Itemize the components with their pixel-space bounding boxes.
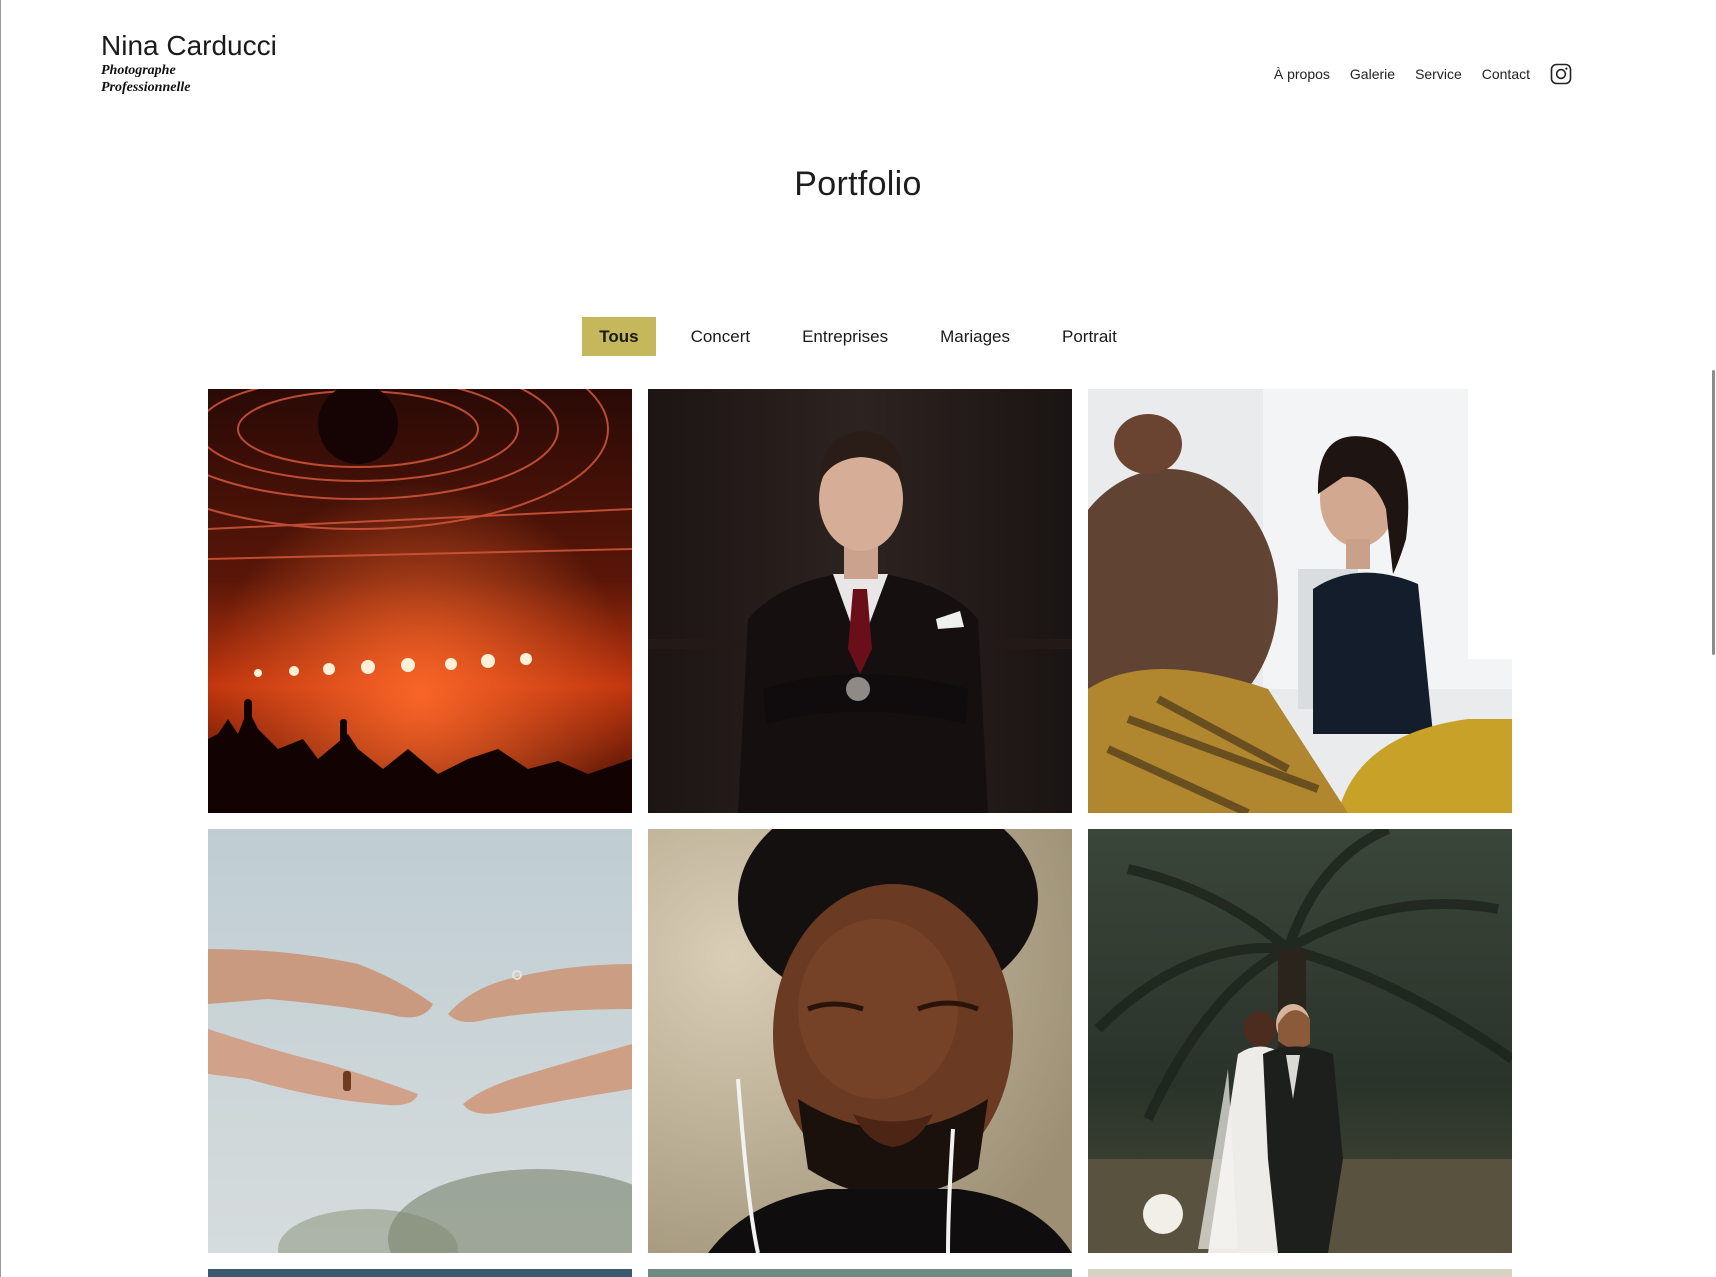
page-title: Portfolio (794, 165, 922, 203)
gallery-image-mariage-couple[interactable] (1088, 829, 1512, 1253)
main-nav: À propos Galerie Service Contact (1254, 62, 1572, 86)
gallery-next-row (208, 1269, 1512, 1277)
gallery-image-mariage-mains[interactable] (208, 829, 632, 1253)
site-header: Nina Carducci Photographe Professionnell… (0, 0, 1716, 120)
gallery-filter-bar: Tous Concert Entreprises Mariages Portra… (0, 317, 1716, 356)
brand-name: Nina Carducci (101, 30, 277, 61)
filter-portrait[interactable]: Portrait (1045, 317, 1134, 356)
brand-subtitle-line2: Professionnelle (101, 80, 191, 95)
gallery-image-entreprise-femme[interactable] (1088, 389, 1512, 813)
brand-subtitle-line1: Photographe (101, 63, 176, 78)
nav-link-galerie[interactable]: Galerie (1350, 62, 1395, 86)
gallery-image-concert[interactable] (208, 389, 632, 813)
nav-link-a-propos[interactable]: À propos (1274, 62, 1330, 86)
filter-concert[interactable]: Concert (674, 317, 768, 356)
filter-mariages[interactable]: Mariages (923, 317, 1027, 356)
gallery-image-partial-3[interactable] (1088, 1269, 1512, 1277)
gallery-image-partial-2[interactable] (648, 1269, 1072, 1277)
nav-link-service[interactable]: Service (1415, 62, 1462, 86)
filter-entreprises[interactable]: Entreprises (785, 317, 905, 356)
scrollbar-thumb[interactable] (1712, 370, 1715, 655)
gallery-image-entreprise-homme[interactable] (648, 389, 1072, 813)
instagram-icon[interactable] (1550, 63, 1572, 85)
filter-tous[interactable]: Tous (582, 317, 656, 356)
gallery-grid (208, 389, 1512, 1253)
nav-link-contact[interactable]: Contact (1482, 62, 1530, 86)
gallery-image-partial-1[interactable] (208, 1269, 632, 1277)
brand-logo[interactable]: Nina Carducci Photographe Professionnell… (101, 30, 277, 96)
gallery-image-portrait[interactable] (648, 829, 1072, 1253)
